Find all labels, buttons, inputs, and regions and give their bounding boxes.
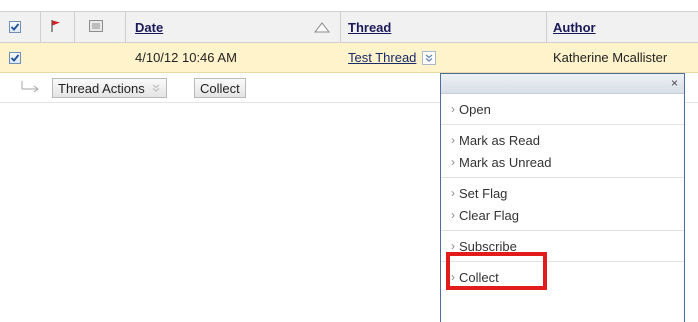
tree-arrow-icon (20, 80, 42, 97)
menu-item-mark-read[interactable]: › Mark as Read (441, 129, 684, 151)
menu-header: × (441, 74, 684, 94)
menu-item-mark-unread[interactable]: › Mark as Unread (441, 151, 684, 173)
collect-button[interactable]: Collect (194, 78, 246, 98)
chevron-right-icon: › (451, 155, 455, 169)
collect-label: Collect (200, 80, 240, 96)
table-row: 4/10/12 10:46 AM Test Thread Katherine M… (0, 43, 698, 73)
menu-item-open[interactable]: › Open (441, 98, 684, 120)
chevron-right-icon: › (451, 102, 455, 116)
menu-group-read: › Mark as Read › Mark as Unread (441, 125, 684, 178)
row-checkbox[interactable] (9, 43, 21, 72)
thread-column-header[interactable]: Thread (348, 12, 391, 42)
row-author: Katherine Mcallister (553, 50, 668, 65)
thread-actions-button[interactable]: Thread Actions (52, 78, 167, 98)
author-header-label[interactable]: Author (553, 20, 596, 35)
row-date: 4/10/12 10:46 AM (135, 50, 237, 65)
close-icon[interactable]: × (671, 76, 678, 90)
sort-ascending-icon[interactable] (313, 21, 331, 36)
chevron-down-icon (152, 84, 160, 92)
thread-header-label[interactable]: Thread (348, 20, 391, 35)
thread-actions-label: Thread Actions (58, 80, 145, 96)
menu-group-open: › Open (441, 94, 684, 125)
checkbox-icon (9, 21, 21, 33)
subscribe-highlight-box (446, 252, 547, 290)
checkbox-icon (9, 51, 21, 64)
chevron-right-icon: › (451, 186, 455, 200)
menu-item-set-flag[interactable]: › Set Flag (441, 182, 684, 204)
chevron-right-icon: › (451, 239, 455, 253)
flag-column-header[interactable] (50, 12, 62, 42)
table-header: Date Thread Author (0, 11, 698, 43)
chevron-right-icon: › (451, 133, 455, 147)
read-status-column-header[interactable] (89, 12, 103, 42)
author-column-header[interactable]: Author (553, 12, 596, 42)
flag-icon (50, 19, 62, 36)
menu-item-clear-flag[interactable]: › Clear Flag (441, 204, 684, 226)
date-header-label[interactable]: Date (135, 20, 163, 35)
chevron-down-icon (426, 54, 433, 62)
select-all-checkbox[interactable] (9, 12, 21, 42)
chevron-right-icon: › (451, 208, 455, 222)
date-column-header[interactable]: Date (135, 12, 340, 42)
row-thread: Test Thread (348, 43, 437, 72)
thread-link[interactable]: Test Thread (348, 50, 416, 65)
read-status-icon (89, 19, 103, 35)
menu-group-flag: › Set Flag › Clear Flag (441, 178, 684, 231)
thread-options-button[interactable] (422, 50, 437, 65)
